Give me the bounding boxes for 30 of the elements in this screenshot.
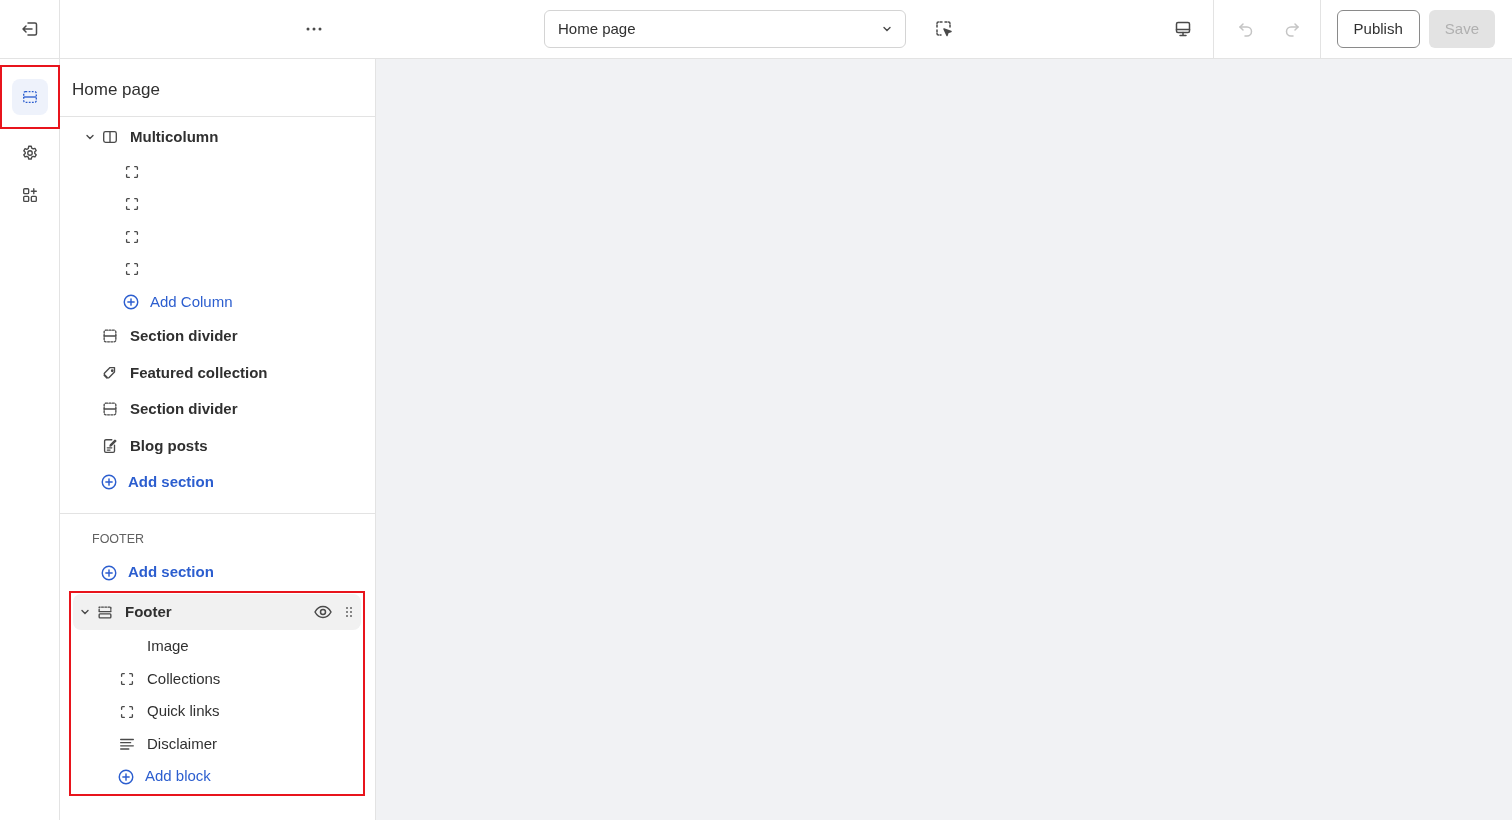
- block-label[interactable]: Disclaimer: [147, 732, 217, 756]
- page-select[interactable]: Home page: [544, 10, 906, 48]
- add-link[interactable]: Add section: [100, 561, 214, 584]
- sections-icon: [20, 88, 39, 106]
- add-icon: [122, 292, 140, 311]
- add-link[interactable]: Add block: [117, 765, 211, 788]
- add-icon: [100, 563, 118, 582]
- block-label[interactable]: Quick links: [147, 700, 220, 723]
- group-heading: FOOTER: [91, 530, 146, 548]
- sections-tab[interactable]: [11, 79, 48, 115]
- add-icon: [117, 767, 135, 786]
- section-row[interactable]: Section divider: [70, 318, 371, 355]
- section-row[interactable]: Footer: [73, 593, 361, 631]
- drag-handle-icon[interactable]: [345, 606, 353, 618]
- block-label[interactable]: Image: [147, 635, 189, 658]
- block-label[interactable]: Collections: [147, 667, 221, 691]
- block-icon: [118, 670, 136, 688]
- footer-icon: [96, 603, 114, 621]
- section-row[interactable]: Blog posts: [70, 427, 371, 464]
- settings-icon: [20, 144, 39, 162]
- panel-title: Home page: [72, 78, 160, 101]
- publish-button[interactable]: Publish: [1336, 10, 1420, 48]
- document-icon: [101, 436, 119, 455]
- section-row[interactable]: Section divider: [70, 391, 371, 428]
- section-row[interactable]: Multicolumn: [70, 119, 371, 156]
- add-link[interactable]: Add section: [100, 471, 214, 494]
- apps-icon: [20, 186, 39, 204]
- add-icon: [100, 473, 118, 492]
- section-row[interactable]: Featured collection: [70, 354, 371, 391]
- add-link[interactable]: Add Column: [122, 290, 233, 313]
